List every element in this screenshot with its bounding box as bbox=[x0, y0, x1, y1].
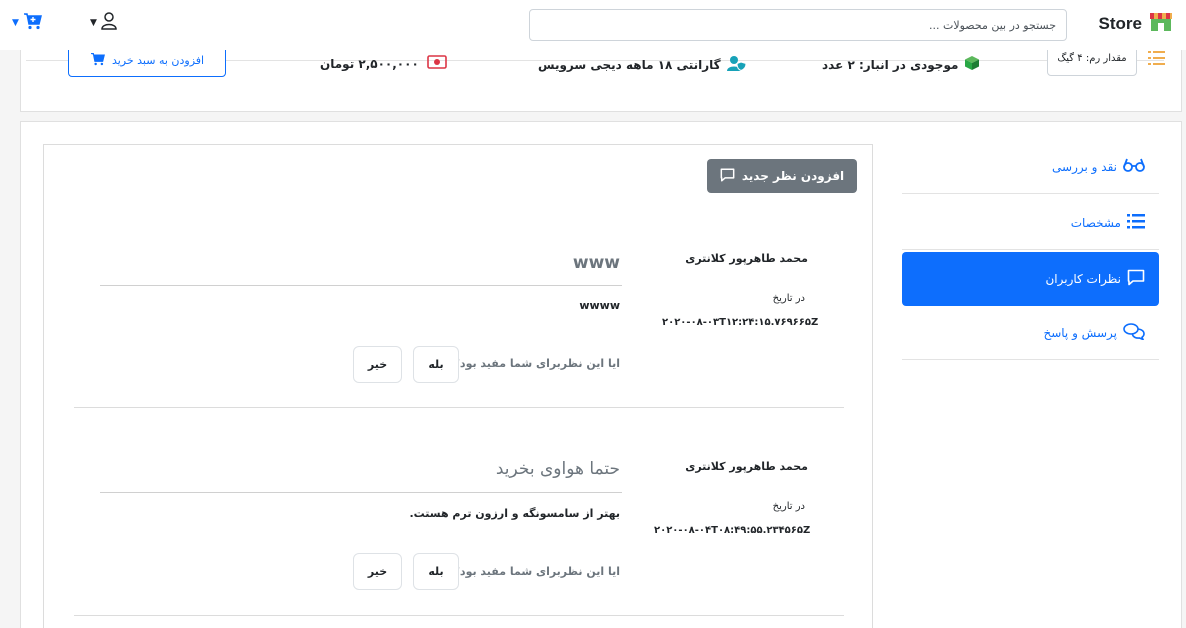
user-icon bbox=[101, 12, 117, 34]
add-to-cart-label: افزودن به سبد خرید bbox=[111, 54, 205, 67]
comment-title: www bbox=[572, 253, 620, 273]
tab-label: پرسش و پاسخ bbox=[1043, 325, 1117, 340]
price-info: ۲,۵۰۰,۰۰۰ تومان bbox=[320, 55, 447, 72]
comment-separator bbox=[74, 615, 844, 616]
tab-label: مشخصات bbox=[1070, 215, 1121, 230]
glasses-icon bbox=[1123, 158, 1145, 175]
comment-body: wwww bbox=[579, 299, 620, 312]
helpful-question: ایا این نظربرای شما مفید بود؟ bbox=[453, 357, 620, 370]
comment-body: بهتر از سامسونگه و ارزون ترم هستت. bbox=[409, 507, 620, 520]
comment-author: محمد طاهرپور کلانتری bbox=[685, 460, 808, 473]
comment-date: ۲۰۲۰-۰۸-۰۴T۰۸:۴۹:۵۵.۲۳۴۵۶۵Z bbox=[654, 525, 811, 536]
comment-icon bbox=[720, 167, 735, 185]
comment-divider bbox=[100, 492, 622, 493]
tab-label: نظرات کاربران bbox=[1045, 272, 1121, 286]
tab-label: نقد و بررسی bbox=[1052, 159, 1117, 174]
comment-title: حتما هواوی بخرید bbox=[495, 459, 620, 479]
comment-separator bbox=[74, 407, 844, 408]
caret-down-icon: ▼ bbox=[90, 18, 97, 28]
cart-icon bbox=[23, 12, 43, 34]
user-menu[interactable]: ▼ bbox=[90, 12, 117, 34]
helpful-no-button[interactable]: خیر bbox=[353, 346, 402, 383]
list-icon bbox=[1127, 213, 1145, 232]
brand[interactable]: Store bbox=[1099, 11, 1174, 37]
comment-author: محمد طاهرپور کلانتری bbox=[685, 252, 808, 265]
helpful-no-button[interactable]: خیر bbox=[353, 553, 402, 590]
add-comment-label: افزودن نظر جدید bbox=[741, 169, 845, 183]
warranty-text: گارانتی ۱۸ ماهه دیجی سرویس bbox=[538, 57, 721, 72]
add-comment-button[interactable]: افزودن نظر جدید bbox=[707, 159, 857, 193]
helpful-yes-button[interactable]: بله bbox=[413, 346, 459, 383]
comment-date-label: در تاریخ bbox=[772, 501, 805, 512]
comment-date: ۲۰۲۰-۰۸-۰۳T۱۲:۲۴:۱۵.۷۶۹۶۶۵Z bbox=[662, 317, 819, 328]
helpful-question: ایا این نظربرای شما مفید بود؟ bbox=[453, 565, 620, 578]
caret-down-icon: ▼ bbox=[12, 18, 19, 28]
stock-text: موجودی در انبار: ۲ عدد bbox=[822, 57, 959, 72]
comments-icon bbox=[1123, 322, 1145, 343]
comment-icon bbox=[1127, 269, 1145, 289]
search-input[interactable] bbox=[529, 9, 1067, 41]
helpful-yes-button[interactable]: بله bbox=[413, 553, 459, 590]
cart-plus-icon bbox=[90, 52, 106, 69]
box-icon bbox=[964, 55, 980, 74]
user-shield-icon bbox=[726, 55, 747, 74]
price-text: ۲,۵۰۰,۰۰۰ تومان bbox=[320, 56, 419, 71]
comment-date-label: در تاریخ bbox=[772, 293, 805, 304]
cart-menu[interactable]: ▼ bbox=[12, 12, 43, 34]
tab-review[interactable]: نقد و بررسی bbox=[902, 140, 1159, 194]
warranty-info: گارانتی ۱۸ ماهه دیجی سرویس bbox=[538, 55, 747, 74]
tab-specs[interactable]: مشخصات bbox=[902, 196, 1159, 250]
stock-info: موجودی در انبار: ۲ عدد bbox=[822, 55, 980, 74]
store-icon bbox=[1148, 11, 1174, 37]
brand-name: Store bbox=[1098, 14, 1142, 33]
comment-divider bbox=[100, 285, 622, 286]
list-icon bbox=[1148, 50, 1166, 70]
money-icon bbox=[426, 55, 447, 72]
top-navbar: Store ▼ ▼ bbox=[0, 0, 1186, 50]
tab-comments[interactable]: نظرات کاربران bbox=[902, 252, 1159, 306]
tab-qa[interactable]: پرسش و پاسخ bbox=[902, 306, 1159, 360]
